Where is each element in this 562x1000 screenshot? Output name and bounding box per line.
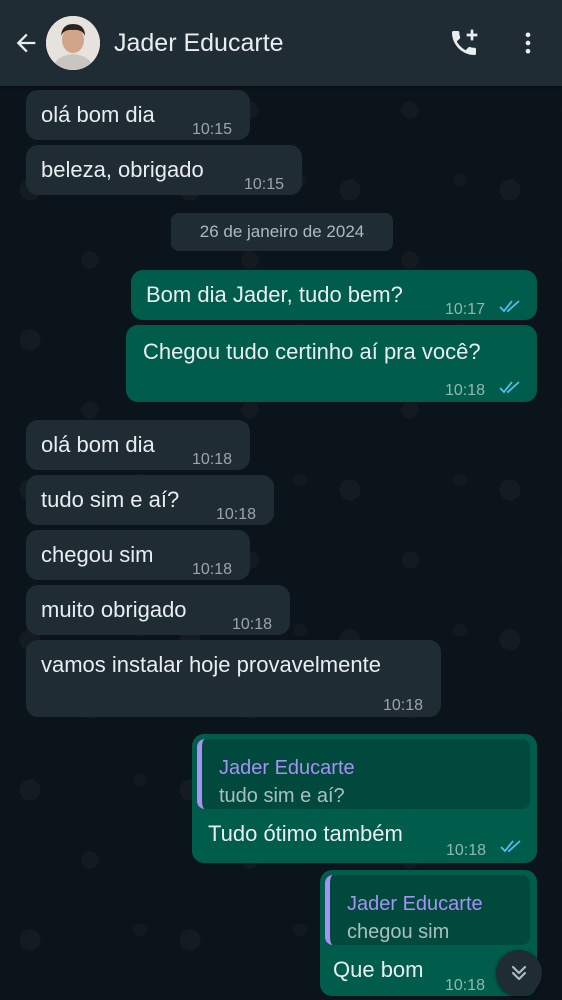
contact-name[interactable]: Jader Educarte xyxy=(114,29,442,58)
arrow-left-icon xyxy=(16,33,36,53)
message-text: Bom dia Jader, tudo bem? xyxy=(146,282,403,307)
message-incoming[interactable]: tudo sim e aí? 10:18 xyxy=(26,475,274,525)
message-text: vamos instalar hoje provavelmente xyxy=(41,652,381,677)
quoted-message[interactable]: Jader Educarte tudo sim e aí? xyxy=(197,739,530,809)
message-incoming[interactable]: olá bom dia 10:15 xyxy=(26,90,250,140)
message-time: 10:18 xyxy=(445,382,486,399)
message-incoming[interactable]: muito obrigado 10:18 xyxy=(26,585,290,635)
message-outgoing[interactable]: Bom dia Jader, tudo bem? 10:17 xyxy=(131,270,537,320)
quoted-text: tudo sim e aí? xyxy=(219,785,345,807)
message-incoming[interactable]: vamos instalar hoje provavelmente 10:18 xyxy=(26,640,441,717)
message-incoming[interactable]: beleza, obrigado 10:15 xyxy=(26,145,302,195)
message-incoming[interactable]: olá bom dia 10:18 xyxy=(26,420,250,470)
message-text: Tudo ótimo também xyxy=(208,821,403,846)
more-vertical-icon xyxy=(525,32,531,54)
menu-button[interactable] xyxy=(506,21,550,65)
contact-avatar[interactable] xyxy=(46,16,100,70)
quoted-message[interactable]: Jader Educarte chegou sim xyxy=(325,875,530,945)
message-time: 10:15 xyxy=(192,121,233,138)
message-time: 10:17 xyxy=(445,301,486,318)
message-text: olá bom dia xyxy=(41,102,155,127)
message-time: 10:15 xyxy=(244,176,285,193)
message-time: 10:18 xyxy=(192,561,233,578)
message-outgoing[interactable]: Chegou tudo certinho aí pra você? 10:18 xyxy=(126,325,537,402)
scroll-to-bottom-button[interactable] xyxy=(496,950,542,996)
quoted-text: chegou sim xyxy=(347,921,450,943)
add-call-button[interactable] xyxy=(442,21,486,65)
back-button[interactable] xyxy=(6,23,46,63)
quoted-author: Jader Educarte xyxy=(219,757,355,779)
double-chevron-down-icon xyxy=(511,965,527,981)
chat-header: Jader Educarte xyxy=(0,0,562,86)
message-time: 10:18 xyxy=(192,451,233,468)
message-text: Chegou tudo certinho aí pra você? xyxy=(143,339,481,364)
message-time: 10:18 xyxy=(232,616,273,633)
message-time: 10:18 xyxy=(445,977,486,994)
read-receipt-icon xyxy=(500,840,521,853)
date-divider: 26 de janeiro de 2024 xyxy=(171,213,393,251)
message-text: Que bom xyxy=(333,957,424,982)
phone-plus-icon xyxy=(452,29,478,55)
message-text: muito obrigado xyxy=(41,597,187,622)
message-time: 10:18 xyxy=(446,842,487,859)
quoted-author: Jader Educarte xyxy=(347,893,483,915)
message-list[interactable]: olá bom dia 10:15 beleza, obrigado 10:15… xyxy=(0,86,562,1000)
message-text: beleza, obrigado xyxy=(41,157,204,182)
message-time: 10:18 xyxy=(383,697,424,714)
message-time: 10:18 xyxy=(216,506,257,523)
message-text: olá bom dia xyxy=(41,432,155,457)
message-incoming[interactable]: chegou sim 10:18 xyxy=(26,530,250,580)
message-text: chegou sim xyxy=(41,542,154,567)
message-text: tudo sim e aí? xyxy=(41,487,180,512)
read-receipt-icon xyxy=(499,381,520,394)
read-receipt-icon xyxy=(499,300,520,313)
message-outgoing-reply[interactable]: Jader Educarte tudo sim e aí? Tudo ótimo… xyxy=(192,734,537,863)
